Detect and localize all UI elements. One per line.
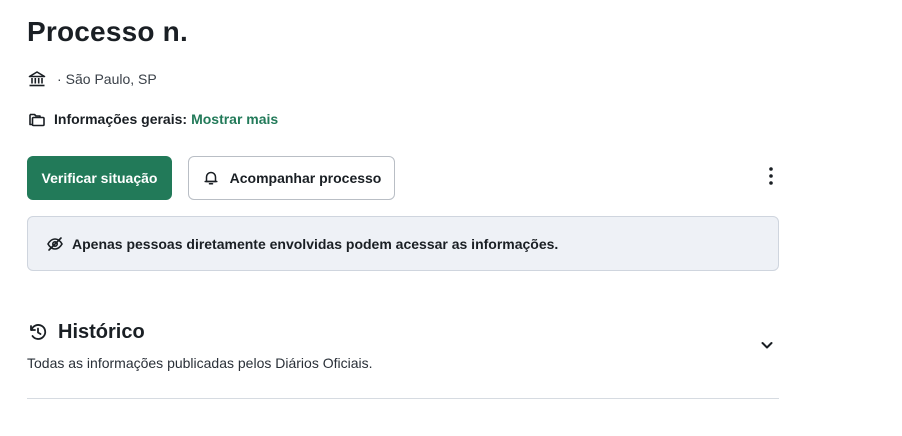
follow-process-button[interactable]: Acompanhar processo xyxy=(188,156,395,200)
show-more-link[interactable]: Mostrar mais xyxy=(191,111,278,127)
page-title: Processo n. xyxy=(27,16,188,47)
check-status-button[interactable]: Verificar situação xyxy=(27,156,172,200)
chevron-down-icon xyxy=(760,337,774,355)
follow-process-label: Acompanhar processo xyxy=(229,170,382,186)
more-options-button[interactable] xyxy=(760,166,782,190)
access-notice: Apenas pessoas diretamente envolvidas po… xyxy=(27,216,779,271)
kebab-menu-icon xyxy=(768,166,774,191)
general-info: Informações gerais: Mostrar mais xyxy=(27,108,278,130)
separator-dot: · xyxy=(57,71,62,87)
court-info: · São Paulo, SP xyxy=(27,68,157,90)
history-subtitle: Todas as informações publicadas pelos Di… xyxy=(27,355,373,371)
folder-icon xyxy=(27,109,47,129)
court-location: São Paulo, SP xyxy=(65,71,157,87)
access-notice-text: Apenas pessoas diretamente envolvidas po… xyxy=(72,235,559,252)
section-divider xyxy=(27,398,779,399)
history-header: Histórico xyxy=(27,318,145,346)
courthouse-icon xyxy=(27,69,47,89)
general-info-label: Informações gerais: xyxy=(54,111,188,127)
eye-off-icon xyxy=(45,234,65,254)
bell-icon xyxy=(202,169,220,187)
history-toggle[interactable] xyxy=(757,336,777,356)
history-title: Histórico xyxy=(58,320,145,343)
history-icon xyxy=(27,321,49,343)
